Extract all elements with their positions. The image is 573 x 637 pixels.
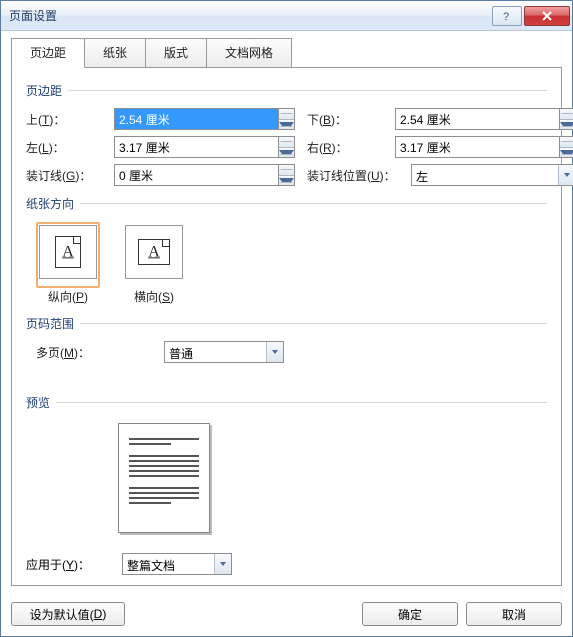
chevron-down-icon xyxy=(220,562,226,566)
svg-text:?: ? xyxy=(503,11,509,22)
spin-right[interactable] xyxy=(395,136,573,158)
label-left: 左(L)： xyxy=(26,139,114,156)
combo-apply-to-value: 整篇文档 xyxy=(123,554,214,574)
label-bottom: 下(B)： xyxy=(307,111,395,128)
field-multipage: 多页(M)： 普通 xyxy=(36,341,547,363)
page-portrait-icon: A xyxy=(55,236,81,268)
field-top: 上(T)： xyxy=(26,108,295,130)
spin-gutter[interactable] xyxy=(114,164,295,186)
chevron-down-icon xyxy=(272,350,278,354)
combo-multipage-value: 普通 xyxy=(165,342,266,362)
portrait-label: 纵向(P) xyxy=(36,288,100,305)
preview-page xyxy=(118,423,210,533)
ok-button[interactable]: 确定 xyxy=(362,602,458,626)
tab-document-grid[interactable]: 文档网格 xyxy=(206,38,292,68)
spin-down[interactable] xyxy=(279,176,294,186)
chevron-up-icon xyxy=(560,141,573,142)
label-multipage: 多页(M)： xyxy=(36,344,124,361)
label-apply-to: 应用于(Y)： xyxy=(26,556,114,573)
orientation-portrait[interactable]: A 纵向(P) xyxy=(36,222,100,305)
spin-left[interactable] xyxy=(114,136,295,158)
tab-panel-margins: 页边距 上(T)： 下(B)： xyxy=(11,67,562,586)
group-orientation: 纸张方向 xyxy=(26,195,547,212)
tab-margins[interactable]: 页边距 xyxy=(11,38,85,68)
spin-up[interactable] xyxy=(279,137,294,148)
margins-grid: 上(T)： 下(B)： 左(L)： xyxy=(26,105,547,189)
chevron-up-icon xyxy=(560,113,573,114)
chevron-down-icon xyxy=(560,122,573,127)
set-default-button[interactable]: 设为默认值(D) xyxy=(11,602,125,626)
spin-down[interactable] xyxy=(279,120,294,130)
dialog-footer: 设为默认值(D) 确定 取消 xyxy=(1,594,572,636)
combo-gutter-pos[interactable]: 左 xyxy=(411,164,573,186)
label-top: 上(T)： xyxy=(26,111,114,128)
orientation-row: A 纵向(P) A 横向(S) xyxy=(36,222,547,305)
combo-apply-to[interactable]: 整篇文档 xyxy=(122,553,232,575)
tab-layout[interactable]: 版式 xyxy=(145,38,207,68)
landscape-thumb: A xyxy=(125,225,183,279)
chevron-up-icon xyxy=(279,113,294,114)
titlebar: 页面设置 ? xyxy=(1,1,572,31)
spin-up[interactable] xyxy=(560,137,573,148)
page-landscape-icon: A xyxy=(138,239,170,265)
combo-button[interactable] xyxy=(558,165,573,185)
combo-multipage[interactable]: 普通 xyxy=(164,341,284,363)
dialog-title: 页面设置 xyxy=(9,7,490,24)
spin-top[interactable] xyxy=(114,108,295,130)
chevron-down-icon xyxy=(560,150,573,155)
tab-strip: 页边距 纸张 版式 文档网格 xyxy=(11,37,562,67)
page-setup-dialog: 页面设置 ? 页边距 纸张 版式 文档网格 页边距 上(T)： xyxy=(0,0,573,637)
field-bottom: 下(B)： xyxy=(307,108,573,130)
field-left: 左(L)： xyxy=(26,136,295,158)
orientation-landscape[interactable]: A 横向(S) xyxy=(122,222,186,305)
chevron-up-icon xyxy=(279,169,294,170)
spin-up[interactable] xyxy=(279,165,294,176)
combo-gutter-pos-value: 左 xyxy=(412,165,558,185)
combo-button[interactable] xyxy=(266,342,283,362)
group-preview: 预览 xyxy=(26,394,547,411)
spin-up[interactable] xyxy=(279,109,294,120)
spin-up[interactable] xyxy=(560,109,573,120)
label-gutter-pos: 装订线位置(U)： xyxy=(307,167,411,184)
group-page-range: 页码范围 xyxy=(26,315,547,332)
dialog-body: 页边距 纸张 版式 文档网格 页边距 上(T)： 下(B)： xyxy=(1,31,572,594)
chevron-up-icon xyxy=(279,141,294,142)
chevron-down-icon xyxy=(279,178,294,183)
tab-paper[interactable]: 纸张 xyxy=(84,38,146,68)
spin-down[interactable] xyxy=(279,148,294,158)
spin-down[interactable] xyxy=(560,120,573,130)
spin-down[interactable] xyxy=(560,148,573,158)
help-icon: ? xyxy=(502,10,512,22)
combo-button[interactable] xyxy=(214,554,231,574)
input-bottom[interactable] xyxy=(395,108,559,130)
chevron-down-icon xyxy=(279,122,294,127)
chevron-down-icon xyxy=(564,173,570,177)
field-gutter-pos: 装订线位置(U)： 左 xyxy=(307,164,573,186)
group-margins: 页边距 xyxy=(26,82,547,99)
input-gutter[interactable] xyxy=(114,164,278,186)
landscape-label: 横向(S) xyxy=(122,288,186,305)
cancel-button[interactable]: 取消 xyxy=(466,602,562,626)
input-top[interactable] xyxy=(114,108,278,130)
apply-to-row: 应用于(Y)： 整篇文档 xyxy=(26,553,547,575)
close-icon xyxy=(541,11,553,21)
field-gutter: 装订线(G)： xyxy=(26,164,295,186)
chevron-down-icon xyxy=(279,150,294,155)
label-right: 右(R)： xyxy=(307,139,395,156)
input-right[interactable] xyxy=(395,136,559,158)
field-right: 右(R)： xyxy=(307,136,573,158)
label-gutter: 装订线(G)： xyxy=(26,167,114,184)
input-left[interactable] xyxy=(114,136,278,158)
spin-bottom[interactable] xyxy=(395,108,573,130)
portrait-thumb: A xyxy=(39,225,97,279)
help-button[interactable]: ? xyxy=(492,6,522,26)
close-button[interactable] xyxy=(524,6,570,26)
